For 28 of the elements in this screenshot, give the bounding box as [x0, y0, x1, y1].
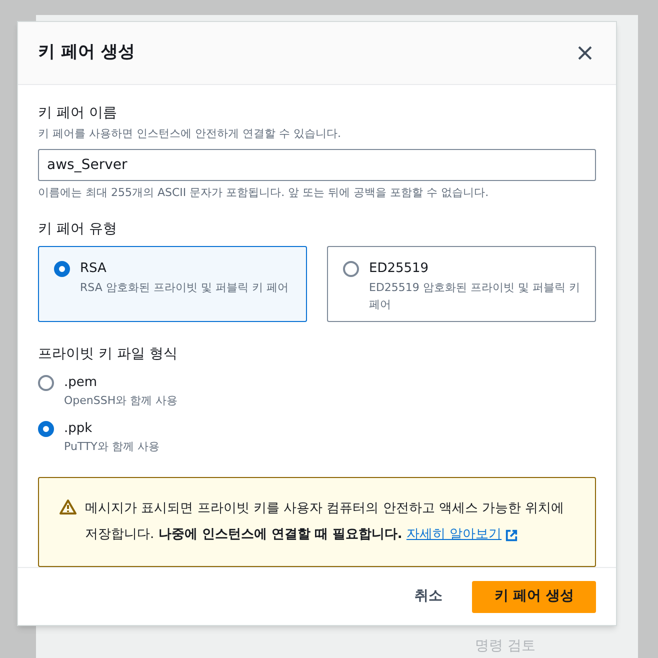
- dialog-title: 키 페어 생성: [38, 41, 135, 64]
- option-description: RSA 암호화된 프라이빗 및 퍼블릭 키 페어: [80, 280, 288, 296]
- field-label: 프라이빗 키 파일 형식: [38, 345, 178, 364]
- key-type-tile[interactable]: ED25519 ED25519 암호화된 프라이빗 및 퍼블릭 키 페어: [327, 246, 596, 322]
- option-label: ED25519: [369, 260, 430, 278]
- radio-button[interactable]: [343, 261, 359, 278]
- radio-button[interactable]: [38, 375, 54, 392]
- option-description: ED25519 암호화된 프라이빗 및 퍼블릭 키 페어: [369, 280, 580, 313]
- radio-button[interactable]: [38, 421, 54, 438]
- create-key-pair-button[interactable]: 키 페어 생성: [472, 580, 596, 613]
- option-description: PuTTY와 함께 사용: [64, 438, 160, 455]
- key-name-field[interactable]: aws_Server: [38, 148, 596, 181]
- option-label: RSA: [80, 260, 108, 278]
- option-label: .pem: [64, 374, 98, 392]
- close-icon: [577, 45, 593, 62]
- external-link-icon: [504, 528, 518, 542]
- radio-button[interactable]: [54, 261, 70, 278]
- warning-icon: [59, 499, 77, 516]
- option-label: .ppk: [64, 420, 94, 438]
- key-type-tile[interactable]: RSA RSA 암호화된 프라이빗 및 퍼블릭 키 페어: [38, 246, 307, 322]
- field-label: 키 페어 이름: [38, 104, 118, 124]
- field-description: 키 페어를 사용하면 인스턴스에 안전하게 연결할 수 있습니다.: [38, 126, 342, 142]
- option-description: OpenSSH와 함께 사용: [64, 392, 178, 409]
- warning-message: 메시지가 표시되면 프라이빗 키를 사용자 컴퓨터의 안전하고 액세스 가능한 위치에 저장합니다. 나중에 인스턴스에 연결할 때 필요합니다. 자세히 알아보기: [85, 496, 575, 548]
- field-hint: 이름에는 최대 255개의 ASCII 문자가 포함됩니다. 앞 또는 뒤에 공백을 포함할 수 없습니다.: [38, 184, 490, 201]
- learn-more-link[interactable]: 자세히 알아보기: [406, 522, 518, 548]
- field-label: 키 페어 유형: [38, 220, 118, 240]
- cancel-button[interactable]: 취소: [414, 586, 442, 608]
